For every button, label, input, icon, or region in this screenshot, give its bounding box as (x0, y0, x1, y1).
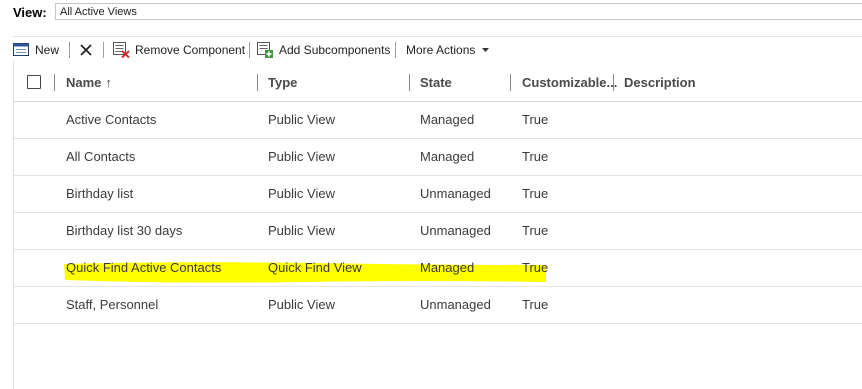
column-header-type[interactable]: Type (268, 64, 297, 101)
cell-type: Public View (268, 223, 335, 238)
cell-type: Quick Find View (268, 260, 362, 275)
column-header-customizable[interactable]: Customizable... (522, 64, 617, 101)
view-selector-bar: View: All Active Views (0, 0, 862, 30)
view-dropdown[interactable]: All Active Views (55, 3, 862, 20)
column-separator (613, 74, 614, 91)
more-actions-button[interactable]: More Actions (406, 40, 490, 60)
more-actions-label: More Actions (406, 43, 476, 57)
new-button-label: New (35, 43, 60, 57)
add-subcomponents-icon (257, 42, 274, 58)
table-row[interactable]: Staff, Personnel Public View Unmanaged T… (14, 287, 862, 324)
command-bar: New Remove Component Add Subcomponents M… (13, 40, 862, 60)
select-all-checkbox[interactable] (27, 75, 41, 89)
column-separator (54, 74, 55, 91)
new-button[interactable]: New (13, 40, 59, 60)
cell-type: Public View (268, 112, 335, 127)
toolbar-separator (249, 42, 250, 58)
grid-header: Name ↑ Type State Customizable... Descri… (14, 64, 862, 102)
table-row[interactable]: Birthday list Public View Unmanaged True (14, 176, 862, 213)
cell-state: Unmanaged (420, 186, 491, 201)
remove-component-button[interactable]: Remove Component (113, 40, 245, 60)
cell-name[interactable]: Staff, Personnel (66, 287, 158, 323)
cell-type: Public View (268, 149, 335, 164)
table-row[interactable]: Active Contacts Public View Managed True (14, 102, 862, 139)
cell-name[interactable]: Birthday list (66, 176, 133, 212)
cell-type: Public View (268, 186, 335, 201)
sort-ascending-icon: ↑ (105, 75, 112, 90)
cell-name[interactable]: Quick Find Active Contacts (66, 250, 221, 286)
column-header-name[interactable]: Name ↑ (66, 64, 112, 101)
add-subcomponents-button[interactable]: Add Subcomponents (257, 40, 390, 60)
cell-type: Public View (268, 297, 335, 312)
view-label: View: (13, 5, 47, 20)
cell-customizable: True (522, 260, 549, 275)
cell-state: Managed (420, 260, 475, 275)
toolbar-separator (103, 42, 104, 58)
table-row[interactable]: Quick Find Active Contacts Quick Find Vi… (14, 250, 862, 287)
cell-state: Unmanaged (420, 297, 491, 312)
cell-customizable: True (522, 149, 549, 164)
remove-component-icon (113, 42, 130, 58)
divider (13, 36, 862, 37)
cell-state: Managed (420, 149, 475, 164)
cell-state: Unmanaged (420, 223, 491, 238)
column-header-state[interactable]: State (420, 64, 452, 101)
cell-state: Managed (420, 112, 475, 127)
cell-name[interactable]: Active Contacts (66, 102, 156, 138)
table-row[interactable]: Birthday list 30 days Public View Unmana… (14, 213, 862, 250)
column-separator (257, 74, 258, 91)
cell-customizable: True (522, 297, 549, 312)
delete-x-icon (79, 43, 93, 57)
toolbar-separator (69, 42, 70, 58)
cell-customizable: True (522, 223, 549, 238)
column-header-description[interactable]: Description (624, 64, 696, 101)
cell-name[interactable]: All Contacts (66, 139, 135, 175)
chevron-down-icon (482, 47, 490, 53)
table-row[interactable]: All Contacts Public View Managed True (14, 139, 862, 176)
column-name-label: Name (66, 75, 102, 90)
delete-button[interactable] (79, 40, 93, 60)
column-separator (409, 74, 410, 91)
column-separator (510, 74, 511, 91)
cell-customizable: True (522, 112, 549, 127)
add-subcomponents-label: Add Subcomponents (279, 43, 391, 57)
toolbar-separator (395, 42, 396, 58)
remove-component-label: Remove Component (135, 43, 246, 57)
cell-name[interactable]: Birthday list 30 days (66, 213, 182, 249)
new-record-icon (13, 43, 30, 57)
cell-customizable: True (522, 186, 549, 201)
